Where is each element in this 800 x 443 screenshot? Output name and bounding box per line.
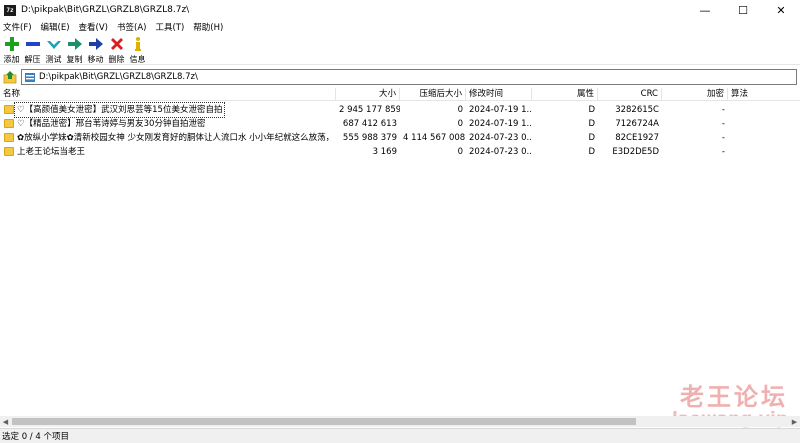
file-name: ♡【高颜值美女泄密】武汉刘思芸等15位美女泄密自拍 xyxy=(13,102,226,118)
copy-arrow-icon xyxy=(66,35,84,53)
file-modified: 2024-07-23 0... xyxy=(469,147,532,157)
delete-x-icon xyxy=(108,35,126,53)
info-icon xyxy=(129,35,147,53)
watermark-cn: 老王论坛 xyxy=(680,383,788,411)
list-header: 名称 大小 压缩后大小 修改时间 属性 CRC 加密 算法 xyxy=(0,88,800,101)
file-encrypted: - xyxy=(721,133,725,143)
file-crc: E3D2DE5D xyxy=(612,147,659,157)
test-label: 测试 xyxy=(45,55,62,64)
file-attributes: D xyxy=(588,119,595,129)
window-controls: — ☐ ✕ xyxy=(686,0,800,20)
file-encrypted: - xyxy=(721,105,725,115)
table-row[interactable]: ♡【高颜值美女泄密】武汉刘思芸等15位美女泄密自拍 2 945 177 859 … xyxy=(0,102,800,118)
scrollbar-thumb[interactable] xyxy=(12,418,636,425)
copy-button[interactable]: 复制 xyxy=(64,35,85,65)
move-arrow-icon xyxy=(87,35,105,53)
extract-label: 解压 xyxy=(24,55,41,64)
file-packed-size: 4 114 567 008 xyxy=(403,133,466,143)
menu-bar: 文件(F) 编辑(E) 查看(V) 书签(A) 工具(T) 帮助(H) xyxy=(0,20,800,34)
folder-icon xyxy=(4,133,14,142)
table-row[interactable]: 上老王论坛当老王 3 169 0 2024-07-23 0... D E3D2D… xyxy=(0,145,800,159)
test-button[interactable]: 测试 xyxy=(43,35,64,65)
file-packed-size: 0 xyxy=(457,105,463,115)
column-packed-size[interactable]: 压缩后大小 xyxy=(400,88,466,101)
file-crc: 7126724A xyxy=(615,119,659,129)
minus-icon xyxy=(24,35,42,53)
menu-tools[interactable]: 工具(T) xyxy=(155,21,184,33)
window-title: D:\pikpak\Bit\GRZL\GRZL8\GRZL8.7z\ xyxy=(21,5,190,15)
plus-icon xyxy=(3,35,21,53)
close-button[interactable]: ✕ xyxy=(762,0,800,20)
file-size: 3 169 xyxy=(372,147,397,157)
menu-file[interactable]: 文件(F) xyxy=(3,21,32,33)
file-name: ♡【精品泄密】邢台苇诗婷与男友30分钟自拍泄密 xyxy=(17,119,206,129)
up-folder-icon[interactable] xyxy=(2,69,18,85)
title-bar: 7z D:\pikpak\Bit\GRZL\GRZL8\GRZL8.7z\ — … xyxy=(0,0,800,20)
archive-icon xyxy=(25,73,35,82)
file-modified: 2024-07-23 0... xyxy=(469,133,532,143)
folder-icon xyxy=(4,119,14,128)
file-attributes: D xyxy=(588,105,595,115)
folder-icon xyxy=(4,105,14,114)
file-packed-size: 0 xyxy=(457,119,463,129)
add-button[interactable]: 添加 xyxy=(1,35,22,65)
file-modified: 2024-07-19 1... xyxy=(469,105,532,115)
check-icon xyxy=(45,35,63,53)
menu-view[interactable]: 查看(V) xyxy=(79,21,108,33)
menu-bookmarks[interactable]: 书签(A) xyxy=(117,21,146,33)
column-encrypted[interactable]: 加密 xyxy=(662,88,728,101)
file-size: 555 988 379 xyxy=(342,133,397,143)
delete-label: 删除 xyxy=(108,55,125,64)
file-name: ✿放纵小学妹✿清新校园女神 少女刚发育好的胴体让人流口水 小小年纪就这么放荡，以… xyxy=(17,133,335,143)
column-size[interactable]: 大小 xyxy=(336,88,400,101)
file-packed-size: 0 xyxy=(457,147,463,157)
add-label: 添加 xyxy=(3,55,20,64)
folder-icon xyxy=(4,147,14,156)
column-modified[interactable]: 修改时间 xyxy=(466,88,532,101)
move-label: 移动 xyxy=(87,55,104,64)
extract-button[interactable]: 解压 xyxy=(22,35,43,65)
delete-button[interactable]: 删除 xyxy=(106,35,127,65)
file-size: 2 945 177 859 xyxy=(339,105,400,115)
scroll-right-icon[interactable]: ▶ xyxy=(789,416,800,427)
table-row[interactable]: ✿放纵小学妹✿清新校园女神 少女刚发育好的胴体让人流口水 小小年纪就这么放荡，以… xyxy=(0,131,800,145)
address-field[interactable]: D:\pikpak\Bit\GRZL\GRZL8\GRZL8.7z\ xyxy=(21,69,797,85)
horizontal-scrollbar[interactable]: ◀ ▶ xyxy=(0,416,800,427)
copy-label: 复制 xyxy=(66,55,83,64)
toolbar: 添加 解压 测试 复制 移动 删除 信息 xyxy=(0,35,800,65)
menu-help[interactable]: 帮助(H) xyxy=(193,21,223,33)
minimize-button[interactable]: — xyxy=(686,0,724,20)
maximize-button[interactable]: ☐ xyxy=(724,0,762,20)
file-encrypted: - xyxy=(721,119,725,129)
column-crc[interactable]: CRC xyxy=(598,88,662,101)
info-label: 信息 xyxy=(129,55,146,64)
file-encrypted: - xyxy=(721,147,725,157)
column-name[interactable]: 名称 xyxy=(0,88,336,101)
file-crc: 3282615C xyxy=(615,105,659,115)
file-attributes: D xyxy=(588,133,595,143)
status-text: 选定 0 / 4 个项目 xyxy=(2,432,69,442)
table-row[interactable]: ♡【精品泄密】邢台苇诗婷与男友30分钟自拍泄密 687 412 613 0 20… xyxy=(0,117,800,131)
info-button[interactable]: 信息 xyxy=(127,35,148,65)
file-size: 687 412 613 xyxy=(342,119,397,129)
address-bar: D:\pikpak\Bit\GRZL\GRZL8\GRZL8.7z\ xyxy=(0,68,800,86)
file-modified: 2024-07-19 1... xyxy=(469,119,532,129)
menu-edit[interactable]: 编辑(E) xyxy=(41,21,70,33)
status-bar: 选定 0 / 4 个项目 xyxy=(0,428,800,443)
column-method[interactable]: 算法 xyxy=(728,88,800,101)
file-attributes: D xyxy=(588,147,595,157)
file-name: 上老王论坛当老王 xyxy=(17,147,86,157)
address-path: D:\pikpak\Bit\GRZL\GRZL8\GRZL8.7z\ xyxy=(39,72,198,82)
move-button[interactable]: 移动 xyxy=(85,35,106,65)
file-crc: 82CE1927 xyxy=(615,133,659,143)
7zip-app-icon: 7z xyxy=(4,4,16,16)
file-list[interactable]: 名称 大小 压缩后大小 修改时间 属性 CRC 加密 算法 ♡【高颜值美女泄密】… xyxy=(0,88,800,416)
column-attributes[interactable]: 属性 xyxy=(532,88,598,101)
scroll-left-icon[interactable]: ◀ xyxy=(0,416,11,427)
